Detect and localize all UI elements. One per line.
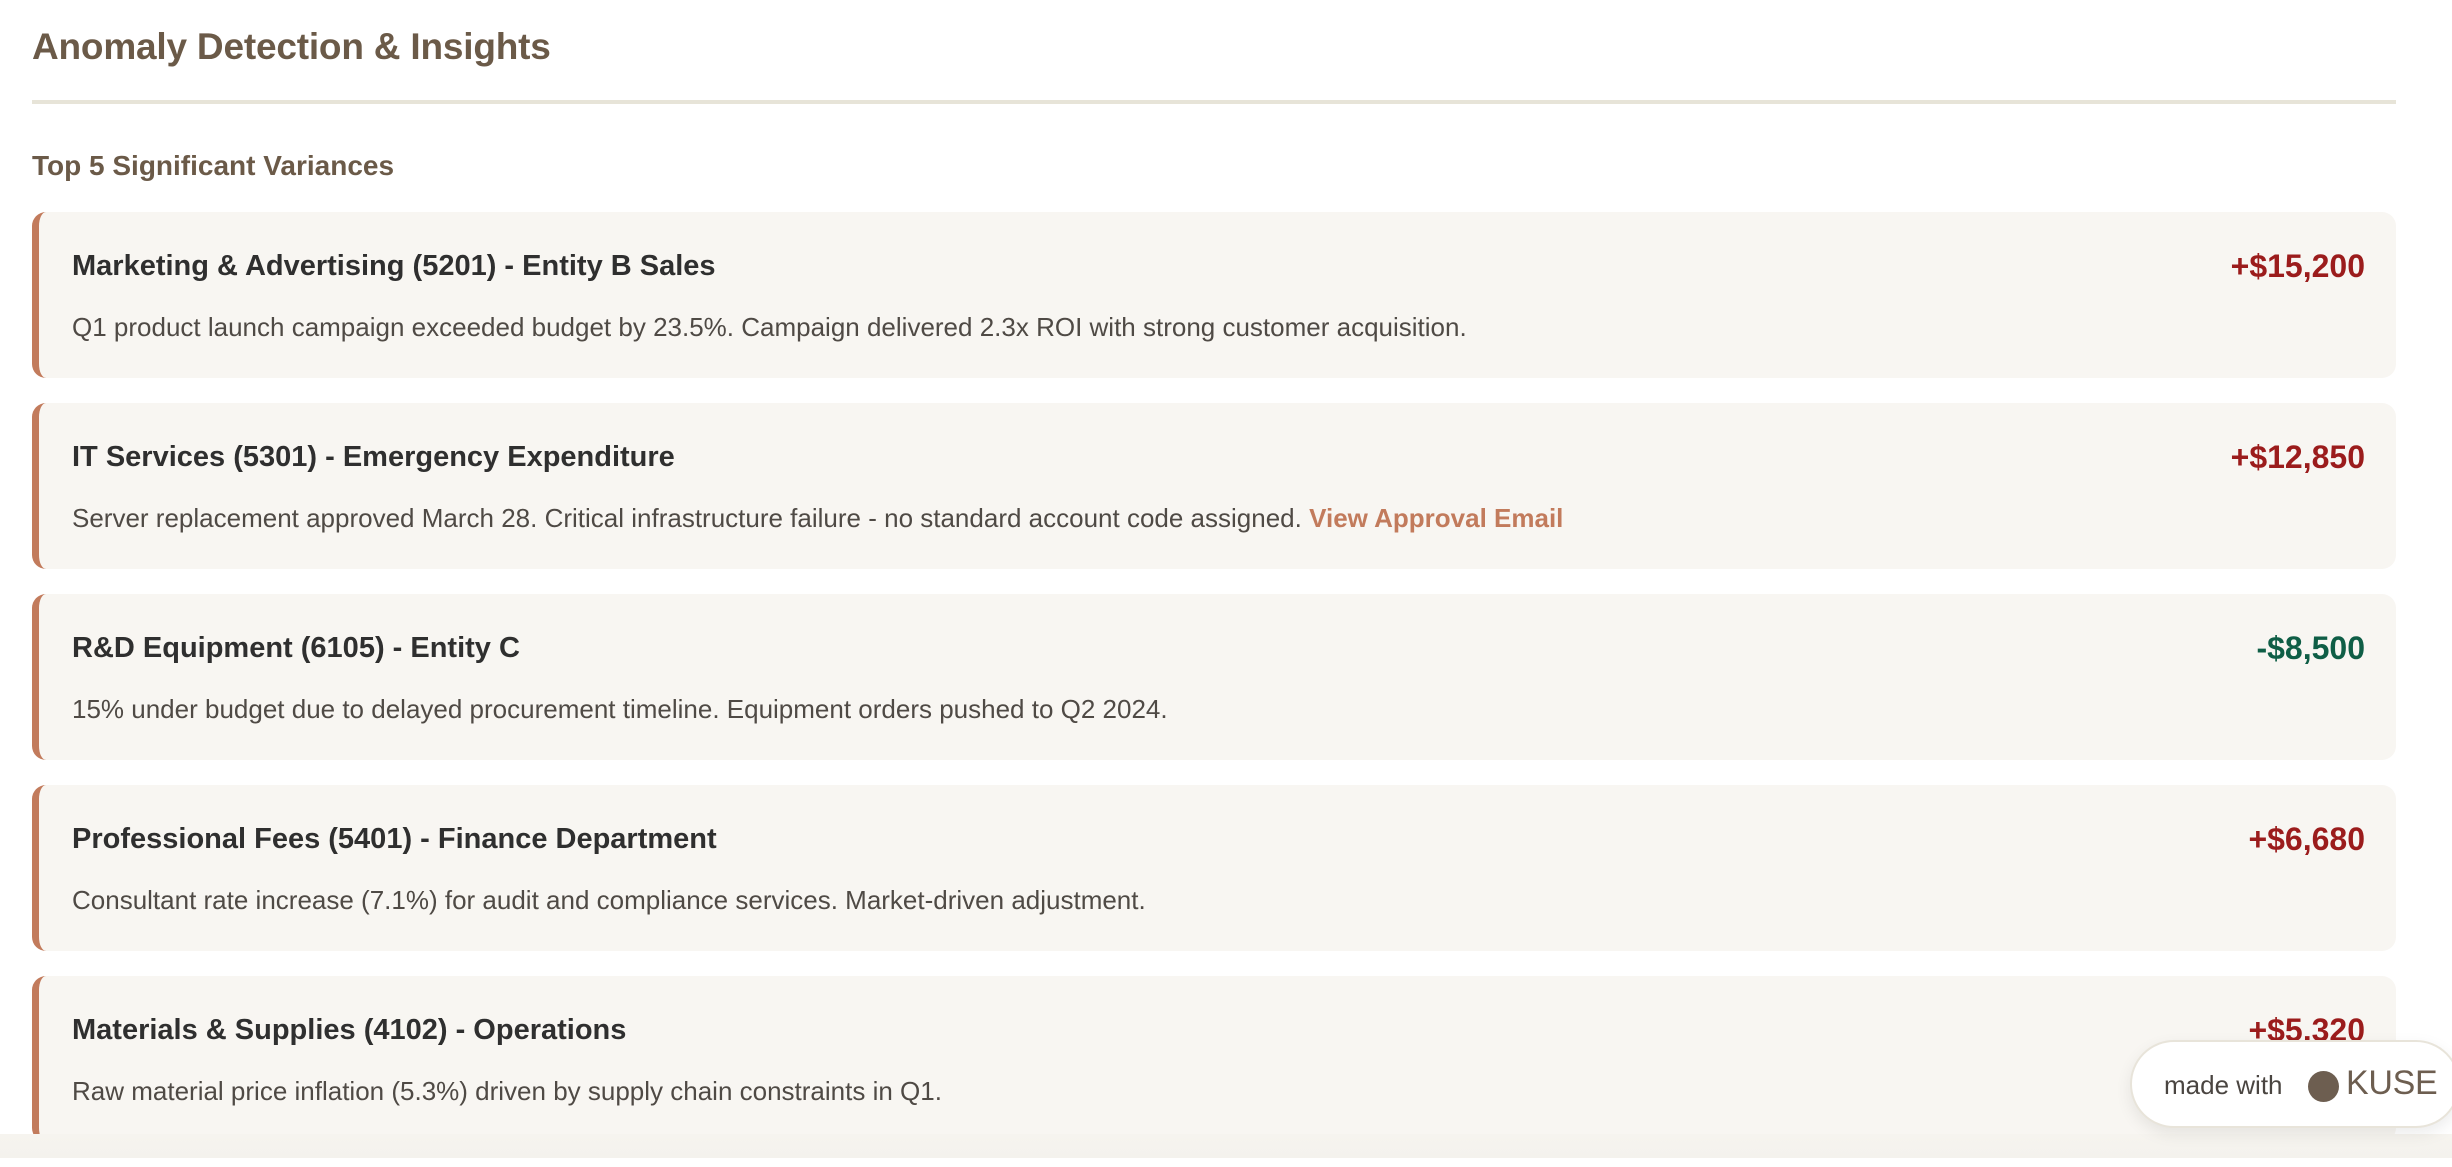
section-title: Anomaly Detection & Insights — [32, 26, 551, 67]
variance-amount: +$6,680 — [2248, 821, 2365, 857]
variance-card: Marketing & Advertising (5201) - Entity … — [32, 212, 2396, 378]
section-divider — [32, 100, 2396, 104]
variance-description: 15% under budget due to delayed procurem… — [72, 694, 1168, 724]
variance-list: Marketing & Advertising (5201) - Entity … — [32, 212, 2396, 1167]
variance-name: R&D Equipment (6105) - Entity C — [72, 632, 520, 664]
badge-brand: KUSE — [2346, 1064, 2438, 1102]
bottom-fade — [0, 1134, 2452, 1158]
variance-description: Server replacement approved March 28. Cr… — [72, 503, 1563, 534]
made-with-kuse-badge[interactable]: made with KUSE — [2130, 1040, 2452, 1128]
variance-card: Professional Fees (5401) - Finance Depar… — [32, 785, 2396, 951]
badge-prefix: made with — [2164, 1070, 2283, 1100]
variances-subtitle: Top 5 Significant Variances — [32, 150, 395, 181]
variance-amount: +$12,850 — [2230, 439, 2365, 475]
variance-card: IT Services (5301) - Emergency Expenditu… — [32, 403, 2396, 569]
variance-name: Materials & Supplies (4102) - Operations — [72, 1014, 627, 1046]
variance-name: Marketing & Advertising (5201) - Entity … — [72, 250, 716, 282]
variance-name: Professional Fees (5401) - Finance Depar… — [72, 823, 717, 855]
variance-description: Q1 product launch campaign exceeded budg… — [72, 312, 1467, 342]
variance-card: Materials & Supplies (4102) - Operations… — [32, 976, 2396, 1142]
variance-description: Consultant rate increase (7.1%) for audi… — [72, 885, 1146, 915]
variance-card: R&D Equipment (6105) - Entity C -$8,500 … — [32, 594, 2396, 760]
variance-description-text: Server replacement approved March 28. Cr… — [72, 503, 1302, 533]
variance-name: IT Services (5301) - Emergency Expenditu… — [72, 441, 675, 473]
variance-description: Raw material price inflation (5.3%) driv… — [72, 1076, 942, 1106]
variance-amount: -$8,500 — [2256, 630, 2365, 666]
kuse-logo-icon — [2308, 1071, 2339, 1102]
view-approval-email-link[interactable]: View Approval Email — [1309, 503, 1563, 533]
variance-amount: +$15,200 — [2230, 248, 2365, 284]
